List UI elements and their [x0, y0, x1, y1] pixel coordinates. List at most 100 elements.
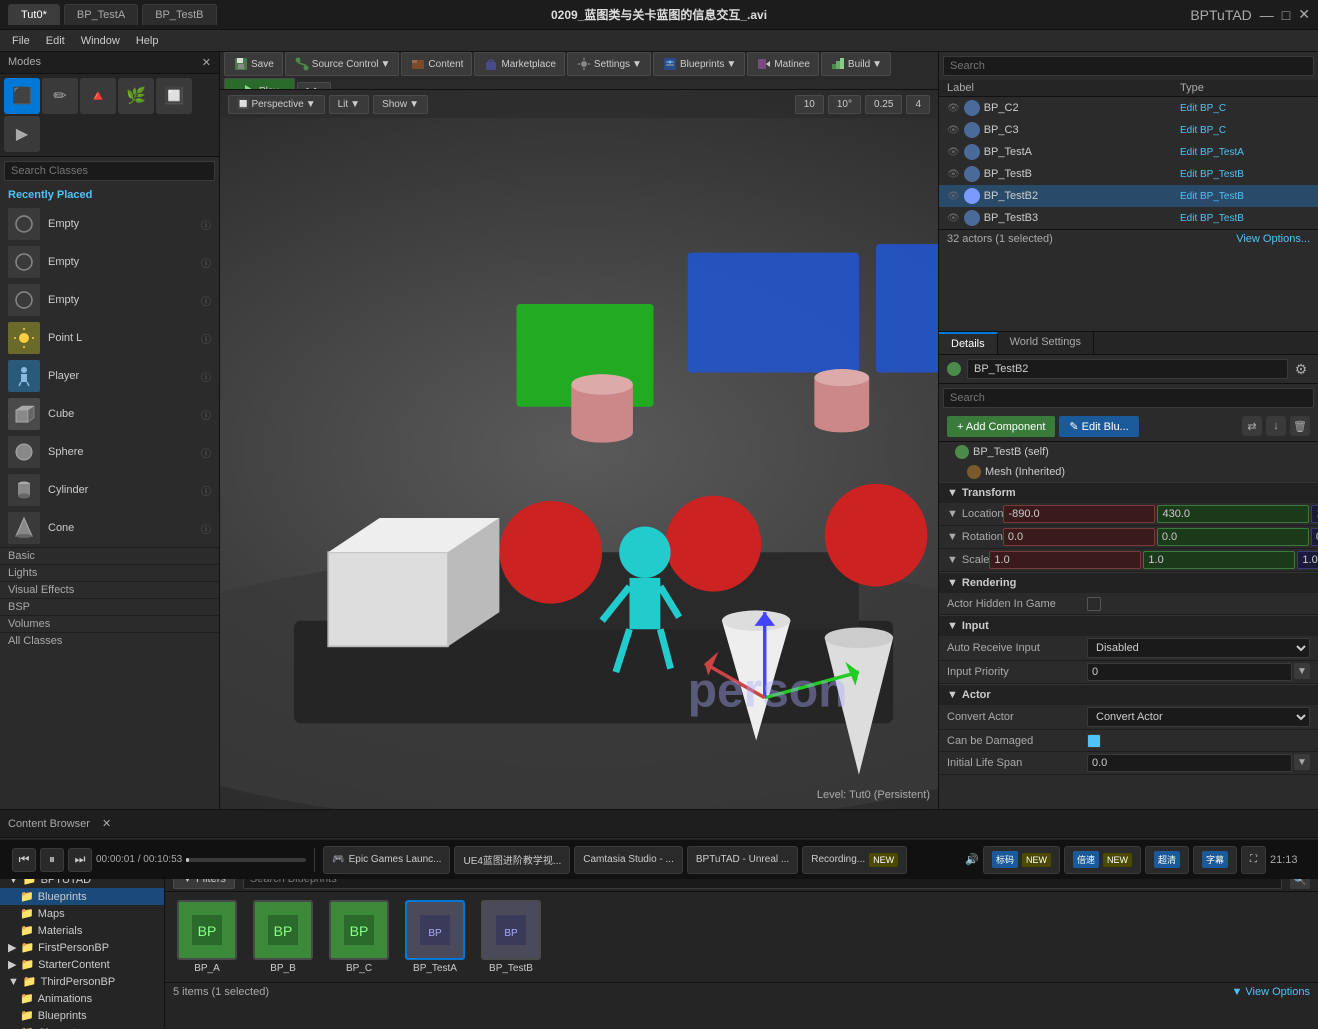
- details-search-input[interactable]: [943, 388, 1314, 408]
- mode-paint[interactable]: ✏: [42, 78, 78, 114]
- taskbar-recording[interactable]: Recording... NEW: [802, 846, 907, 874]
- minimize-btn[interactable]: —: [1260, 7, 1274, 23]
- details-tab-details[interactable]: Details: [939, 332, 998, 354]
- vp-lit-btn[interactable]: Lit▼: [329, 95, 369, 114]
- mode-place[interactable]: ⬛: [4, 78, 40, 114]
- viewport[interactable]: 🔲 Perspective▼ Lit▼ Show▼ 10 10° 0.25 4: [220, 90, 938, 809]
- outliner-row-bpc2[interactable]: 👁 BP_C2 Edit BP_C: [939, 97, 1318, 119]
- category-visual[interactable]: Visual Effects: [0, 581, 219, 598]
- input-section-header[interactable]: ▼ Input: [939, 615, 1318, 636]
- life-span-input[interactable]: [1087, 754, 1292, 772]
- taskbar-epic[interactable]: 🎮 Epic Games Launc...: [323, 846, 450, 874]
- place-item-cylinder[interactable]: Cylinder ⓘ: [0, 471, 219, 509]
- share-icon[interactable]: ⇄: [1242, 416, 1262, 436]
- search-classes-input[interactable]: [4, 161, 215, 181]
- tag-subtitle[interactable]: 字幕: [1193, 846, 1237, 874]
- mode-arrow[interactable]: ▶: [4, 116, 40, 152]
- menu-file[interactable]: File: [4, 33, 38, 49]
- empty3-info[interactable]: ⓘ: [201, 293, 211, 308]
- place-item-sphere[interactable]: Sphere ⓘ: [0, 433, 219, 471]
- cube-info[interactable]: ⓘ: [201, 407, 211, 422]
- place-item-empty2[interactable]: Empty ⓘ: [0, 243, 219, 281]
- menu-window[interactable]: Window: [73, 33, 128, 49]
- sphere-info[interactable]: ⓘ: [201, 445, 211, 460]
- taskbar-camtasia[interactable]: Camtasia Studio - ...: [574, 846, 683, 874]
- recently-placed[interactable]: Recently Placed: [0, 185, 219, 205]
- location-x-input[interactable]: [1003, 505, 1155, 523]
- file-item-bptesta[interactable]: BP BP_TestA: [401, 900, 469, 974]
- empty1-info[interactable]: ⓘ: [201, 217, 211, 232]
- download-icon[interactable]: ↓: [1266, 416, 1286, 436]
- mode-geometry[interactable]: 🔲: [156, 78, 192, 114]
- vp-cam-speed[interactable]: 4: [906, 95, 930, 114]
- vis-icon-bpc3[interactable]: 👁: [947, 125, 960, 136]
- toolbar-build[interactable]: Build▼: [821, 52, 891, 76]
- place-item-empty3[interactable]: Empty ⓘ: [0, 281, 219, 319]
- category-lights[interactable]: Lights: [0, 564, 219, 581]
- vp-perspective-btn[interactable]: 🔲 Perspective▼: [228, 95, 325, 114]
- vis-icon-bptestb[interactable]: 👁: [947, 169, 960, 180]
- place-item-cube[interactable]: Cube ⓘ: [0, 395, 219, 433]
- category-bsp[interactable]: BSP: [0, 598, 219, 615]
- category-all[interactable]: All Classes: [0, 632, 219, 649]
- file-item-bptestb[interactable]: BP BP_TestB: [477, 900, 545, 974]
- outliner-row-bptestb3[interactable]: 👁 BP_TestB3 Edit BP_TestB: [939, 207, 1318, 229]
- folder-materials[interactable]: 📁 Materials: [0, 922, 164, 939]
- cone-info[interactable]: ⓘ: [201, 521, 211, 536]
- close-btn[interactable]: ✕: [1298, 6, 1310, 23]
- file-item-bpb[interactable]: BP BP_B: [249, 900, 317, 974]
- actor-section-header[interactable]: ▼ Actor: [939, 684, 1318, 705]
- place-item-empty1[interactable]: Empty ⓘ: [0, 205, 219, 243]
- scale-z-input[interactable]: [1297, 551, 1318, 569]
- priority-stepper-down[interactable]: ▼: [1294, 663, 1310, 679]
- tab-tut0[interactable]: Tut0*: [8, 4, 60, 25]
- toolbar-more[interactable]: ▶▶: [297, 82, 330, 91]
- location-y-input[interactable]: [1157, 505, 1309, 523]
- menu-edit[interactable]: Edit: [38, 33, 73, 49]
- progress-bar[interactable]: [186, 858, 306, 862]
- pointlight-info[interactable]: ⓘ: [201, 331, 211, 346]
- vp-grid-value[interactable]: 10: [795, 95, 824, 114]
- tag-fullscreen[interactable]: ⛶: [1241, 846, 1266, 874]
- maximize-btn[interactable]: □: [1282, 7, 1290, 23]
- can-be-damaged-checkbox[interactable]: [1087, 734, 1101, 748]
- vis-icon-bptestb3[interactable]: 👁: [947, 213, 960, 224]
- life-span-stepper[interactable]: ▼: [1294, 754, 1310, 770]
- tag-speed[interactable]: 倍速 NEW: [1064, 846, 1141, 874]
- cb-view-options[interactable]: ▼ View Options: [1231, 986, 1310, 998]
- folder-blueprints[interactable]: 📁 Blueprints: [0, 888, 164, 905]
- empty2-info[interactable]: ⓘ: [201, 255, 211, 270]
- mode-landscape[interactable]: 🔺: [80, 78, 116, 114]
- actor-hidden-checkbox[interactable]: [1087, 597, 1101, 611]
- volume-icon[interactable]: 🔊: [965, 853, 979, 866]
- tab-bp-testb[interactable]: BP_TestB: [142, 4, 216, 25]
- view-options-btn[interactable]: View Options...: [1236, 233, 1310, 245]
- toolbar-blueprints[interactable]: Blueprints▼: [653, 52, 745, 76]
- vp-scale-value[interactable]: 0.25: [865, 95, 902, 114]
- vis-icon-bptesta[interactable]: 👁: [947, 147, 960, 158]
- category-basic[interactable]: Basic: [0, 547, 219, 564]
- rendering-section-header[interactable]: ▼ Rendering: [939, 572, 1318, 593]
- convert-actor-select[interactable]: Convert Actor: [1087, 707, 1310, 727]
- prev-btn[interactable]: ⏮: [12, 848, 36, 872]
- outliner-row-bpc3[interactable]: 👁 BP_C3 Edit BP_C: [939, 119, 1318, 141]
- toolbar-content[interactable]: Content: [401, 52, 472, 76]
- next-btn[interactable]: ⏭: [68, 848, 92, 872]
- folder-animations[interactable]: 📁 Animations: [0, 990, 164, 1007]
- folder-firstperson[interactable]: ▶ 📁 FirstPersonBP: [0, 939, 164, 956]
- outliner-row-bptesta[interactable]: 👁 BP_TestA Edit BP_TestA: [939, 141, 1318, 163]
- taskbar-ue4[interactable]: UE4蓝图进阶教学视...: [454, 846, 570, 874]
- add-component-btn[interactable]: + Add Component: [947, 416, 1055, 437]
- edit-blueprint-btn[interactable]: ✎ Edit Blu...: [1059, 416, 1138, 437]
- outliner-search-input[interactable]: [943, 56, 1314, 76]
- vis-icon-bpc2[interactable]: 👁: [947, 103, 960, 114]
- rotation-y-input[interactable]: [1157, 528, 1309, 546]
- toolbar-matinee[interactable]: Matinee: [747, 52, 819, 76]
- place-item-player[interactable]: Player ⓘ: [0, 357, 219, 395]
- cylinder-info[interactable]: ⓘ: [201, 483, 211, 498]
- mode-foliage[interactable]: 🌿: [118, 78, 154, 114]
- transform-section-header[interactable]: ▼ Transform: [939, 482, 1318, 503]
- toolbar-save[interactable]: Save: [224, 52, 283, 76]
- scale-x-input[interactable]: [989, 551, 1141, 569]
- tag-hd[interactable]: 超清: [1145, 846, 1189, 874]
